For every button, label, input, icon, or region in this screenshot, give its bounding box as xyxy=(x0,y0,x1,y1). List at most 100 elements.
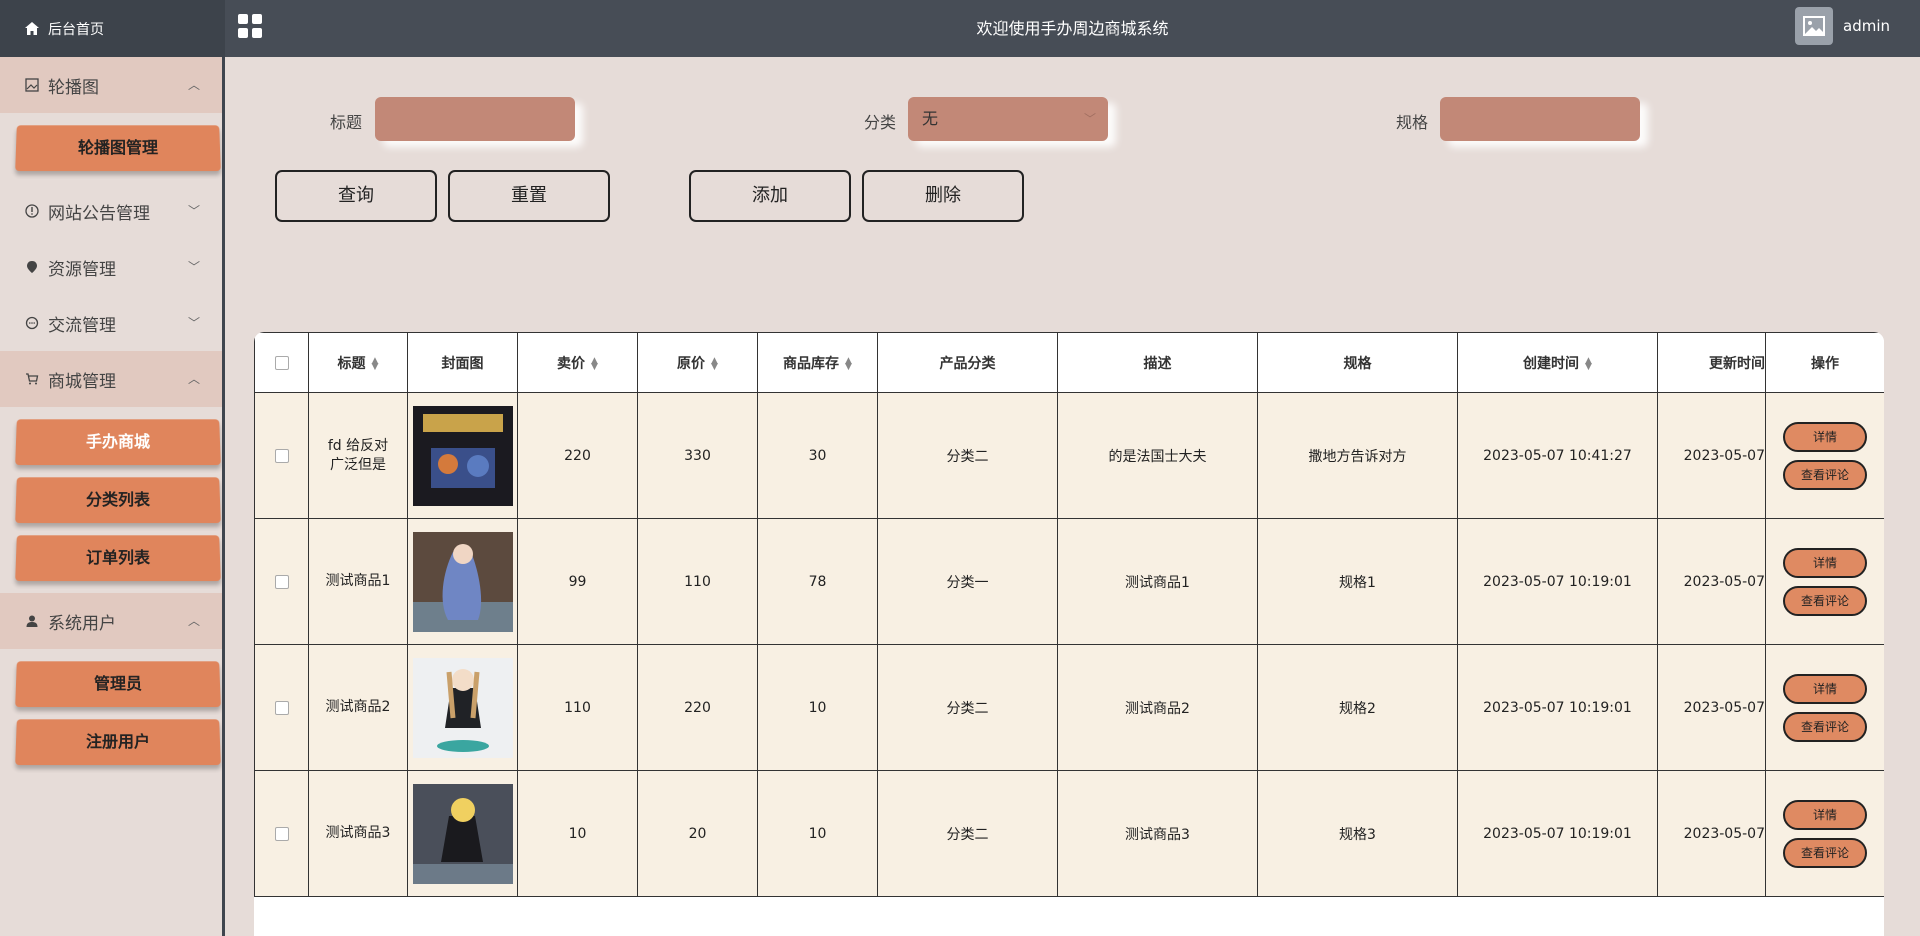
cell-cover xyxy=(407,770,518,897)
spec-input[interactable] xyxy=(1440,97,1640,141)
cover-image xyxy=(412,405,513,506)
title-input[interactable] xyxy=(375,97,575,141)
detail-button[interactable]: 详情 xyxy=(1783,673,1867,704)
col-header-created[interactable]: 创建时间 ▲ ▼ xyxy=(1457,332,1658,393)
cell-price: 110 xyxy=(517,644,638,771)
view-reviews-button[interactable]: 查看评论 xyxy=(1783,837,1867,868)
reset-button[interactable]: 重置 xyxy=(448,170,610,222)
detail-button[interactable]: 详情 xyxy=(1783,547,1867,578)
menu-toggle-icon[interactable] xyxy=(238,14,262,38)
cell-spec: 规格3 xyxy=(1257,770,1458,897)
sort-icon: ▲ ▼ xyxy=(371,355,379,372)
cell-stock: 10 xyxy=(757,644,878,771)
view-reviews-button[interactable]: 查看评论 xyxy=(1783,711,1867,742)
cell-cover xyxy=(407,518,518,645)
cell-description: 测试商品3 xyxy=(1057,770,1258,897)
sidebar-item-category-list[interactable]: 分类列表 xyxy=(15,477,221,524)
sidebar-item-order-list[interactable]: 订单列表 xyxy=(15,535,221,582)
home-icon xyxy=(24,21,40,37)
cell-price: 99 xyxy=(517,518,638,645)
chevron-up-icon: ︿ xyxy=(187,372,200,386)
col-header-cover: 封面图 xyxy=(407,332,518,393)
cell-original-price: 20 xyxy=(637,770,758,897)
row-checkbox[interactable] xyxy=(274,826,289,841)
col-header-price[interactable]: 卖价 ▲ ▼ xyxy=(517,332,638,393)
cell-category: 分类一 xyxy=(877,518,1058,645)
table-row: 测试商品1 99 110 78 分类一 测试商品1 规格1 2023-05-07 10:19:… xyxy=(254,518,1884,645)
cell-cover xyxy=(407,392,518,519)
sidebar-item-banner-manage[interactable]: 轮播图管理 xyxy=(15,125,221,172)
query-button[interactable]: 查询 xyxy=(275,170,437,222)
cell-actions: 详情 查看评论 xyxy=(1765,392,1884,519)
home-link[interactable]: 后台首页 xyxy=(0,0,225,57)
chevron-down-icon: ﹀ xyxy=(187,316,200,330)
sidebar-group-label: 资源管理 xyxy=(48,259,116,280)
row-checkbox-cell xyxy=(254,518,309,645)
add-button[interactable]: 添加 xyxy=(689,170,851,222)
sidebar-group-resource[interactable]: 资源管理 ﹀ xyxy=(0,239,222,295)
cell-updated: 2023-05-07 xyxy=(1657,644,1766,771)
table-row: fd 给反对广泛但是 220 330 30 分类二 的是法国士大夫 撒地方告诉对方 2023-… xyxy=(254,392,1884,519)
cell-description: 测试商品1 xyxy=(1057,518,1258,645)
col-header-updated[interactable]: 更新时间 xyxy=(1657,332,1766,393)
sort-icon: ▲ ▼ xyxy=(591,355,598,372)
sidebar-item-figure-mall[interactable]: 手办商城 xyxy=(15,419,221,466)
cell-updated: 2023-05-07 xyxy=(1657,770,1766,897)
sidebar-item-admin[interactable]: 管理员 xyxy=(15,661,221,708)
category-select[interactable]: 无 ﹀ xyxy=(908,97,1108,141)
chat-icon xyxy=(24,315,40,331)
avatar-icon xyxy=(1795,7,1833,45)
cell-category: 分类二 xyxy=(877,392,1058,519)
view-reviews-button[interactable]: 查看评论 xyxy=(1783,585,1867,616)
cell-original-price: 220 xyxy=(637,644,758,771)
user-menu[interactable]: admin xyxy=(1795,7,1890,45)
chevron-up-icon: ︿ xyxy=(187,614,200,628)
cell-created: 2023-05-07 10:19:01 xyxy=(1457,770,1658,897)
col-header-stock[interactable]: 商品库存 ▲ ▼ xyxy=(757,332,878,393)
detail-button[interactable]: 详情 xyxy=(1783,799,1867,830)
category-select-value: 无 xyxy=(922,109,939,128)
sidebar-group-exchange[interactable]: 交流管理 ﹀ xyxy=(0,295,222,351)
cell-stock: 10 xyxy=(757,770,878,897)
cover-image xyxy=(412,531,513,632)
chevron-down-icon: ﹀ xyxy=(187,204,200,218)
select-all-checkbox[interactable] xyxy=(274,355,289,370)
cell-title: 测试商品1 xyxy=(308,518,408,645)
cell-category: 分类二 xyxy=(877,770,1058,897)
row-checkbox-cell xyxy=(254,644,309,771)
sidebar-item-registered-users[interactable]: 注册用户 xyxy=(15,719,221,766)
cell-cover xyxy=(407,644,518,771)
spec-label: 规格 xyxy=(1396,113,1429,132)
row-checkbox[interactable] xyxy=(274,574,289,589)
col-header-title[interactable]: 标题 ▲ ▼ xyxy=(308,332,408,393)
cell-actions: 详情 查看评论 xyxy=(1765,770,1884,897)
row-checkbox[interactable] xyxy=(274,700,289,715)
product-table: 标题 ▲ ▼ 封面图 卖价 ▲ ▼ 原价 ▲ ▼ 商品库存 ▲ ▼ 产品分类 描述 规格 创建时… xyxy=(254,332,1884,936)
cell-created: 2023-05-07 10:19:01 xyxy=(1457,518,1658,645)
chevron-up-icon: ︿ xyxy=(187,78,200,92)
cell-title: 测试商品3 xyxy=(308,770,408,897)
info-icon xyxy=(24,203,40,219)
cell-original-price: 330 xyxy=(637,392,758,519)
category-label: 分类 xyxy=(864,113,897,132)
cover-image xyxy=(412,657,513,758)
col-header-original-price[interactable]: 原价 ▲ ▼ xyxy=(637,332,758,393)
select-all-header xyxy=(254,332,309,393)
sidebar-group-banner[interactable]: 轮播图 ︿ xyxy=(0,57,222,113)
sidebar-group-label: 网站公告管理 xyxy=(48,203,150,224)
sidebar-group-notice[interactable]: 网站公告管理 ﹀ xyxy=(0,183,222,239)
view-reviews-button[interactable]: 查看评论 xyxy=(1783,459,1867,490)
row-checkbox[interactable] xyxy=(274,448,289,463)
cell-price: 10 xyxy=(517,770,638,897)
detail-button[interactable]: 详情 xyxy=(1783,421,1867,452)
sidebar-group-system-user[interactable]: 系统用户 ︿ xyxy=(0,593,222,649)
sort-icon: ▲ ▼ xyxy=(1585,355,1592,372)
cell-spec: 撒地方告诉对方 xyxy=(1257,392,1458,519)
cell-spec: 规格2 xyxy=(1257,644,1458,771)
table-header-row: 标题 ▲ ▼ 封面图 卖价 ▲ ▼ 原价 ▲ ▼ 商品库存 ▲ ▼ 产品分类 描述 规格 创建时… xyxy=(254,332,1884,393)
top-bar: 后台首页 欢迎使用手办周边商城系统 admin xyxy=(0,0,1920,57)
sidebar-group-label: 交流管理 xyxy=(48,315,116,336)
delete-button[interactable]: 删除 xyxy=(862,170,1024,222)
user-icon xyxy=(24,613,40,629)
sidebar-group-mall[interactable]: 商城管理 ︿ xyxy=(0,351,222,407)
